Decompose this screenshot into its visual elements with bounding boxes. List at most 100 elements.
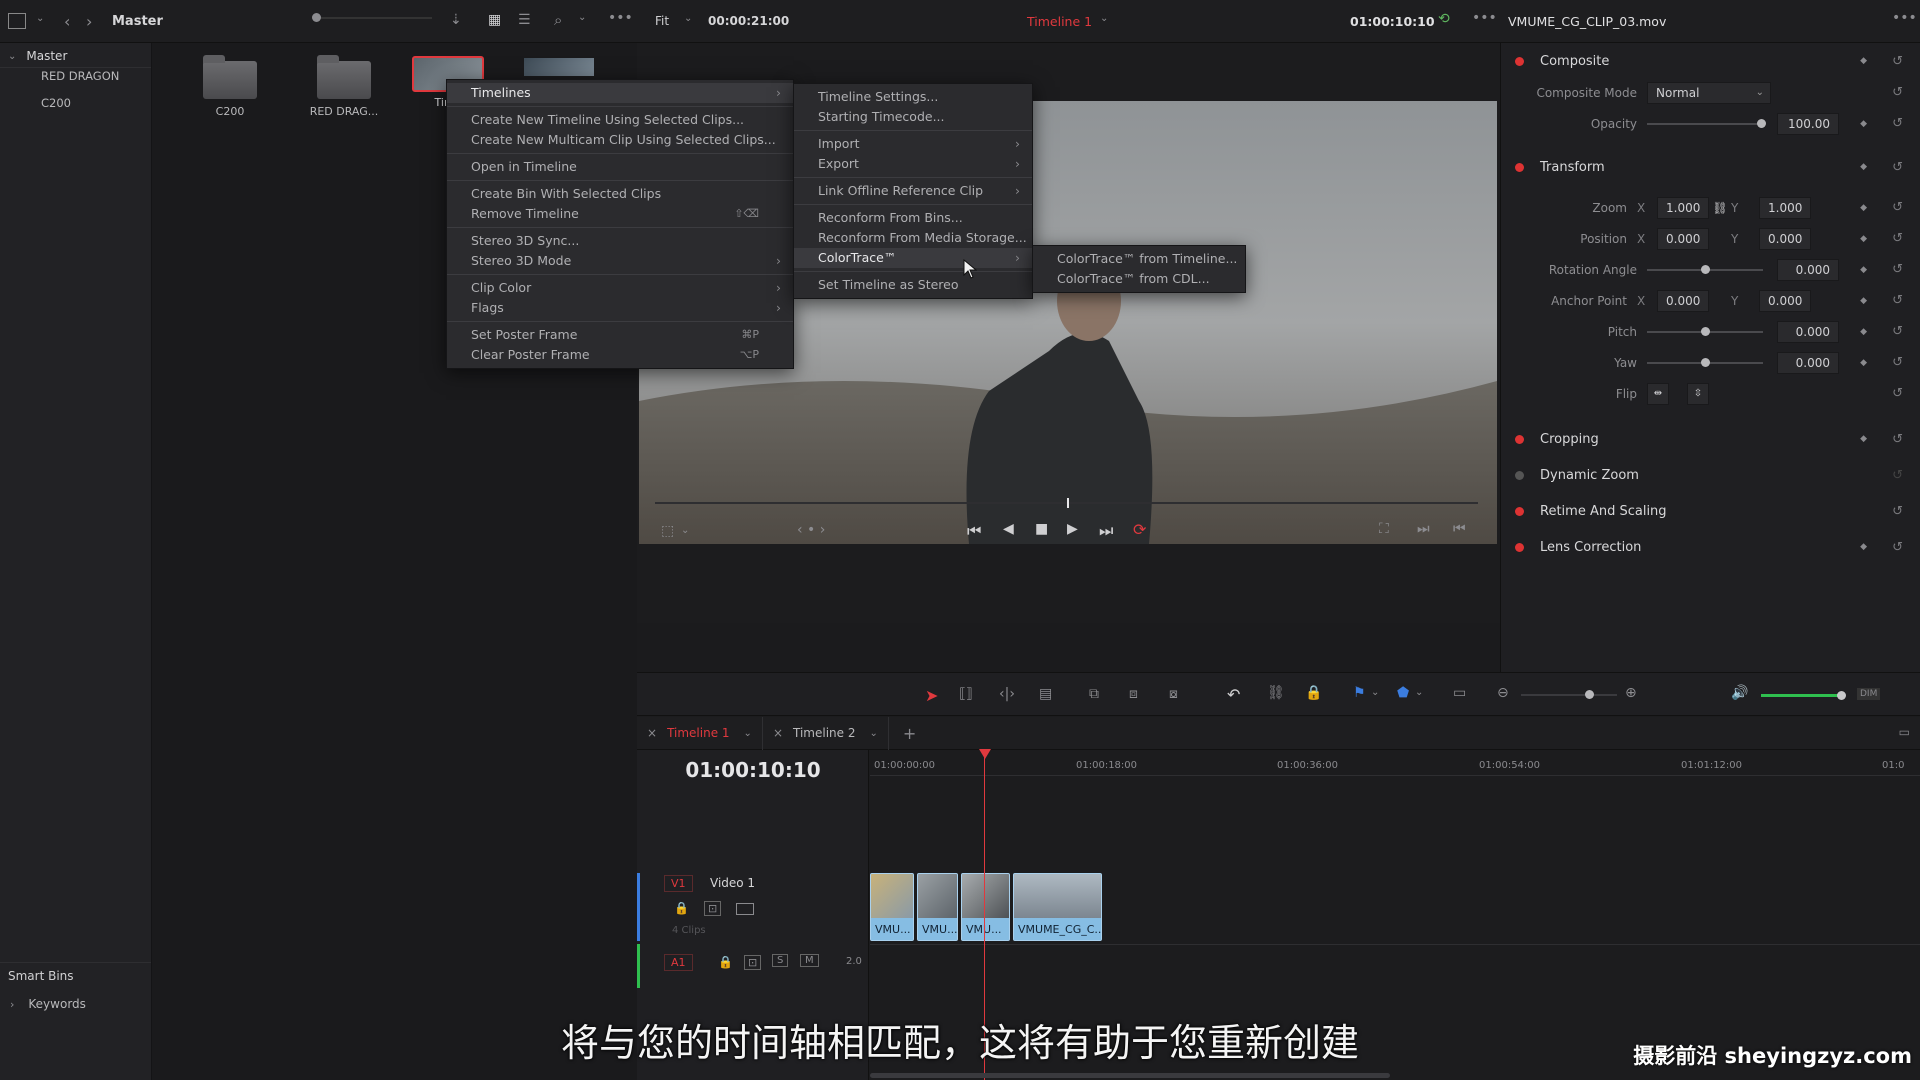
reset-icon[interactable]: ↺: [1892, 160, 1903, 175]
sidebar-item-keywords[interactable]: › Keywords: [10, 997, 86, 1011]
menu-item-stereo-3d-mode[interactable]: Stereo 3D Mode ›: [447, 251, 793, 271]
zoom-x-field[interactable]: 1.000: [1657, 196, 1709, 219]
dynamic-trim-icon[interactable]: ‹|›: [999, 686, 1015, 702]
reset-icon[interactable]: ↺: [1892, 432, 1903, 447]
marker-icon[interactable]: ⬟: [1397, 685, 1409, 701]
dim-button[interactable]: DIM: [1857, 688, 1881, 700]
menu-item-link-offline-reference[interactable]: Link Offline Reference Clip ›: [794, 181, 1032, 201]
reset-icon[interactable]: ↺: [1892, 85, 1903, 100]
menu-item-create-bin[interactable]: Create Bin With Selected Clips: [447, 184, 793, 204]
volume-icon[interactable]: 🔊: [1731, 685, 1748, 701]
enable-dot-icon[interactable]: [1515, 542, 1524, 552]
replace-clip-icon[interactable]: ⧇: [1169, 686, 1178, 702]
keyframe-icon[interactable]: ◆: [1860, 327, 1867, 337]
reset-icon[interactable]: ↺: [1892, 504, 1903, 519]
keyframe-icon[interactable]: ◆: [1860, 56, 1867, 66]
grid-view-icon[interactable]: ▦: [488, 12, 501, 28]
link-icon[interactable]: ⛓: [1709, 201, 1731, 215]
reset-icon[interactable]: ↺: [1892, 262, 1903, 277]
reset-icon[interactable]: ↺: [1892, 468, 1903, 483]
zoom-in-icon[interactable]: ⊕: [1625, 685, 1637, 701]
chevron-down-icon[interactable]: ⌄: [1415, 687, 1423, 698]
close-icon[interactable]: ×: [647, 726, 657, 740]
menu-item-export[interactable]: Export ›: [794, 154, 1032, 174]
reset-icon[interactable]: ↺: [1892, 231, 1903, 246]
play-icon[interactable]: ▶: [1067, 521, 1078, 537]
chevron-down-icon[interactable]: ⌄: [684, 13, 692, 24]
sort-icon[interactable]: ⇣: [450, 12, 462, 28]
add-tab-icon[interactable]: +: [903, 724, 916, 743]
menu-item-clip-color[interactable]: Clip Color ›: [447, 278, 793, 298]
match-frame-icon[interactable]: ⛶: [1379, 521, 1389, 537]
chevron-down-icon[interactable]: ⌄: [578, 12, 586, 23]
pitch-field[interactable]: 0.000: [1777, 320, 1839, 343]
position-lock-icon[interactable]: 🔒: [1305, 685, 1322, 701]
view-options-icon[interactable]: ⬚: [661, 523, 674, 539]
opacity-field[interactable]: 100.00: [1777, 112, 1839, 135]
lens-correction-section-header[interactable]: Lens Correction ◆ ↺: [1501, 529, 1920, 565]
keyframe-icon[interactable]: ◆: [1860, 296, 1867, 306]
lock-track-icon[interactable]: 🔒: [674, 901, 689, 915]
menu-item-open-in-timeline[interactable]: Open in Timeline: [447, 157, 793, 177]
chevron-down-icon[interactable]: ⌄: [1100, 13, 1108, 24]
composite-mode-select[interactable]: Normal ⌄: [1647, 81, 1771, 104]
skip-to-start-icon[interactable]: ⏮: [967, 521, 981, 541]
more-icon[interactable]: •••: [1472, 10, 1497, 26]
tab-timeline-1[interactable]: × Timeline 1 ⌄: [637, 716, 763, 750]
flip-vertical-icon[interactable]: ⇳: [1687, 382, 1709, 405]
menu-item-timeline-settings[interactable]: Timeline Settings...: [794, 87, 1032, 107]
snapping-icon[interactable]: ↶: [1227, 685, 1240, 704]
mute-button[interactable]: M: [800, 954, 819, 967]
rotation-slider[interactable]: [1647, 264, 1763, 274]
auto-select-icon[interactable]: ⊡: [744, 955, 762, 970]
reset-icon[interactable]: ↺: [1892, 54, 1903, 69]
timeline-clip[interactable]: VMU...: [961, 873, 1010, 941]
tab-timeline-2[interactable]: × Timeline 2 ⌄: [763, 716, 889, 750]
insert-clip-icon[interactable]: ⧉: [1089, 686, 1099, 702]
zoom-out-icon[interactable]: ⊖: [1497, 685, 1509, 701]
enable-dot-icon[interactable]: [1515, 56, 1524, 66]
chevron-down-icon[interactable]: ⌄: [744, 728, 752, 739]
menu-item-colortrace-from-timeline[interactable]: ColorTrace™ from Timeline...: [1033, 249, 1245, 269]
trim-tool-icon[interactable]: ⟦⟧: [959, 686, 973, 702]
yaw-field[interactable]: 0.000: [1777, 351, 1839, 374]
cropping-section-header[interactable]: Cropping ◆ ↺: [1501, 421, 1920, 457]
menu-item-import[interactable]: Import ›: [794, 134, 1032, 154]
zoom-fit-select[interactable]: Fit: [655, 14, 669, 28]
solo-button[interactable]: S: [772, 954, 789, 967]
menu-item-create-new-timeline[interactable]: Create New Timeline Using Selected Clips…: [447, 110, 793, 130]
timeline-scrollbar[interactable]: [870, 1073, 1390, 1078]
timeline-ruler[interactable]: 01:00:00:00 01:00:18:00 01:00:36:00 01:0…: [870, 750, 1920, 776]
menu-item-stereo-3d-sync[interactable]: Stereo 3D Sync...: [447, 231, 793, 251]
menu-item-timelines[interactable]: Timelines ›: [447, 83, 793, 103]
enable-dot-icon[interactable]: [1515, 470, 1524, 480]
transform-section-header[interactable]: Transform ◆ ↺: [1501, 149, 1920, 185]
anchor-y-field[interactable]: 0.000: [1759, 289, 1811, 312]
linked-selection-icon[interactable]: ⛓: [1267, 685, 1285, 701]
timeline-clip[interactable]: VMUME_CG_C...: [1013, 873, 1102, 941]
menu-item-reconform-bins[interactable]: Reconform From Bins...: [794, 208, 1032, 228]
timeline-clip[interactable]: VMU...: [870, 873, 914, 941]
reset-icon[interactable]: ↺: [1892, 324, 1903, 339]
auto-select-icon[interactable]: ⊡: [704, 901, 722, 916]
clip-thumbnail[interactable]: [524, 58, 594, 76]
chevron-down-icon[interactable]: ⌄: [869, 728, 877, 739]
track-id-a1[interactable]: A1: [664, 954, 693, 971]
menu-item-colortrace[interactable]: ColorTrace™ ›: [794, 248, 1032, 268]
thumbnail-size-slider[interactable]: [312, 13, 432, 22]
dynamic-zoom-section-header[interactable]: Dynamic Zoom ↺: [1501, 457, 1920, 493]
retime-section-header[interactable]: Retime And Scaling ↺: [1501, 493, 1920, 529]
menu-item-starting-timecode[interactable]: Starting Timecode...: [794, 107, 1032, 127]
more-icon[interactable]: •••: [1892, 10, 1917, 26]
timeline-zoom-slider[interactable]: [1521, 690, 1617, 699]
chevron-down-icon[interactable]: ⌄: [681, 525, 689, 536]
reset-icon[interactable]: ↺: [1892, 293, 1903, 308]
sidebar-toggle-icon[interactable]: [8, 13, 26, 29]
blade-tool-icon[interactable]: ▤: [1039, 686, 1052, 702]
composite-section-header[interactable]: Composite ◆ ↺: [1501, 43, 1920, 79]
search-icon[interactable]: ⌕: [554, 11, 562, 29]
keyframe-icon[interactable]: ◆: [1860, 203, 1867, 213]
more-icon[interactable]: •••: [608, 10, 633, 26]
viewer-scrubber[interactable]: [655, 498, 1478, 508]
enable-dot-icon[interactable]: [1515, 162, 1524, 172]
